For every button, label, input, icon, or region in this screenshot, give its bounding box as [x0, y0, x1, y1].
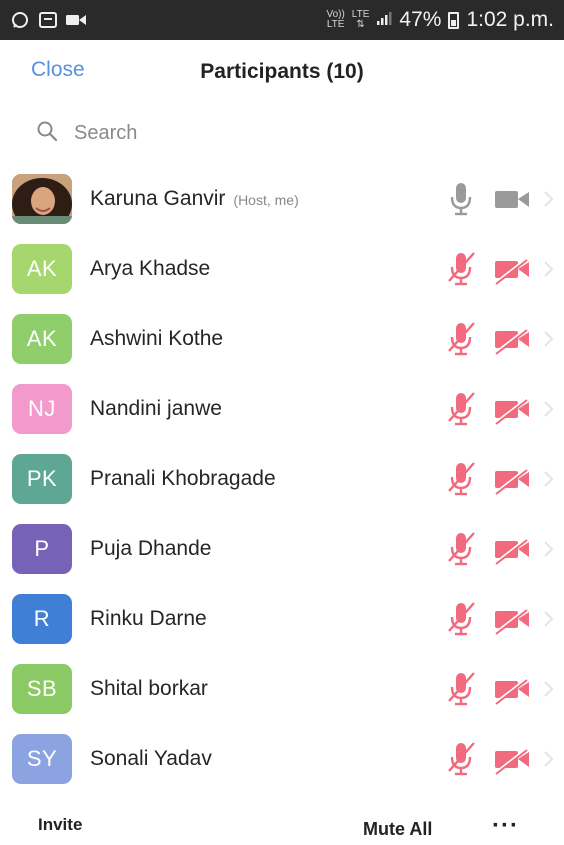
participant-row[interactable]: AK Ashwini Kothe	[0, 304, 564, 374]
participant-row[interactable]: PK Pranali Khobragade	[0, 444, 564, 514]
search-bar[interactable]	[36, 118, 536, 148]
chevron-right-icon[interactable]	[541, 539, 555, 559]
muted-microphone-icon[interactable]	[446, 389, 476, 429]
video-off-icon[interactable]	[494, 739, 530, 779]
avatar-initials: NJ	[28, 396, 56, 421]
video-off-icon[interactable]	[494, 599, 530, 639]
participant-name: Ashwini Kothe	[90, 327, 223, 351]
avatar-initials: P	[34, 536, 50, 561]
participant-name-text: Rinku Darne	[90, 607, 207, 630]
data-arrows-icon: ⇅	[356, 19, 365, 30]
search-icon	[36, 120, 58, 147]
chevron-right-icon[interactable]	[541, 679, 555, 699]
avatar: SB	[12, 664, 72, 714]
participant-name-text: Karuna Ganvir	[90, 187, 226, 210]
battery-percent: 47%	[399, 8, 442, 31]
participant-name: Arya Khadse	[90, 257, 210, 281]
muted-microphone-icon[interactable]	[446, 319, 476, 359]
signal-icon	[376, 8, 392, 32]
avatar-photo	[12, 174, 72, 224]
participant-row[interactable]: NJ Nandini janwe	[0, 374, 564, 444]
system-indicators: Vo)) LTE LTE ⇅ 47% 1:02 p.m.	[326, 8, 554, 32]
participant-role-tag: (Host, me)	[233, 192, 299, 208]
muted-microphone-icon[interactable]	[446, 599, 476, 639]
avatar-initials: SY	[26, 746, 58, 771]
avatar: R	[12, 594, 72, 644]
volte-indicator: Vo)) LTE	[326, 9, 345, 30]
video-camera-icon[interactable]	[494, 179, 530, 219]
avatar: AK	[12, 314, 72, 364]
chevron-right-icon[interactable]	[541, 259, 555, 279]
video-off-icon[interactable]	[494, 669, 530, 709]
chevron-right-icon[interactable]	[541, 329, 555, 349]
participant-row[interactable]: SY Sonali Yadav	[0, 724, 564, 794]
chevron-right-icon[interactable]	[541, 189, 555, 209]
muted-microphone-icon[interactable]	[446, 739, 476, 779]
participant-name: Nandini janwe	[90, 397, 222, 421]
participant-name-text: Ashwini Kothe	[90, 327, 224, 350]
page-title: Participants (10)	[200, 60, 364, 83]
participant-row[interactable]: SB Shital borkar	[0, 654, 564, 724]
avatar-initials: SB	[26, 676, 58, 701]
participant-name-text: Shital borkar	[90, 677, 208, 700]
muted-microphone-icon[interactable]	[446, 669, 476, 709]
participant-row[interactable]: AK Arya Khadse	[0, 234, 564, 304]
video-off-icon[interactable]	[494, 459, 530, 499]
notification-icons	[10, 11, 86, 29]
participant-name: Karuna Ganvir (Host, me)	[90, 187, 299, 211]
whatsapp-icon	[10, 11, 30, 29]
participant-name: Pranali Khobragade	[90, 467, 276, 491]
chevron-right-icon[interactable]	[541, 609, 555, 629]
participant-list: Karuna Ganvir (Host, me) AK Arya Khadse A…	[0, 164, 564, 794]
participant-name-text: Arya Khadse	[90, 257, 211, 280]
participant-name-text: Puja Dhande	[90, 537, 212, 560]
lte-indicator: LTE ⇅	[351, 9, 370, 30]
avatar-initials: AK	[26, 256, 58, 281]
video-off-icon[interactable]	[494, 529, 530, 569]
status-bar: Vo)) LTE LTE ⇅ 47% 1:02 p.m.	[0, 0, 564, 40]
header: Close Participants (10)	[0, 40, 564, 104]
chevron-right-icon[interactable]	[541, 749, 555, 769]
avatar: P	[12, 524, 72, 574]
avatar-initials: PK	[26, 466, 58, 491]
video-camera-icon	[66, 11, 86, 29]
participant-name: Sonali Yadav	[90, 747, 212, 771]
video-off-icon[interactable]	[494, 389, 530, 429]
video-off-icon[interactable]	[494, 249, 530, 289]
participant-name: Shital borkar	[90, 677, 208, 701]
footer-bar: Invite Mute All ···	[0, 800, 564, 845]
participant-name: Puja Dhande	[90, 537, 211, 561]
chevron-right-icon[interactable]	[541, 399, 555, 419]
participant-row[interactable]: Karuna Ganvir (Host, me)	[0, 164, 564, 234]
avatar: PK	[12, 454, 72, 504]
participant-name-text: Sonali Yadav	[90, 747, 212, 770]
invite-button[interactable]: Invite	[38, 815, 82, 835]
avatar-initials: R	[33, 606, 51, 631]
participant-row[interactable]: P Puja Dhande	[0, 514, 564, 584]
microphone-icon[interactable]	[446, 179, 476, 219]
video-off-icon[interactable]	[494, 319, 530, 359]
participant-name-text: Pranali Khobragade	[90, 467, 276, 490]
muted-microphone-icon[interactable]	[446, 249, 476, 289]
avatar: AK	[12, 244, 72, 294]
message-icon	[38, 11, 58, 29]
mute-all-button[interactable]: Mute All	[363, 819, 432, 840]
avatar-initials: AK	[26, 326, 58, 351]
more-options-button[interactable]: ···	[492, 812, 519, 840]
muted-microphone-icon[interactable]	[446, 529, 476, 569]
participant-name: Rinku Darne	[90, 607, 207, 631]
battery-icon	[448, 11, 460, 29]
clock: 1:02 p.m.	[466, 8, 554, 31]
participant-name-text: Nandini janwe	[90, 397, 222, 420]
avatar: NJ	[12, 384, 72, 434]
chevron-right-icon[interactable]	[541, 469, 555, 489]
search-input[interactable]	[72, 120, 476, 146]
muted-microphone-icon[interactable]	[446, 459, 476, 499]
participant-row[interactable]: R Rinku Darne	[0, 584, 564, 654]
avatar: SY	[12, 734, 72, 784]
